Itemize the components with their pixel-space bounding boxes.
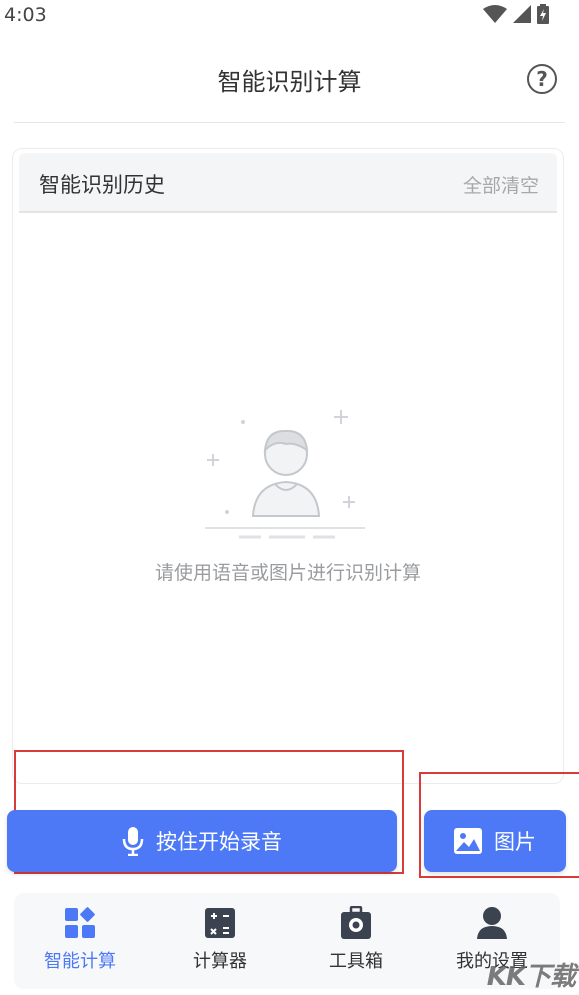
watermark-logo: KK下载 xyxy=(486,962,576,992)
toolbox-icon xyxy=(341,906,371,939)
tab-label: 智能计算 xyxy=(44,951,116,972)
history-title: 智能识别历史 xyxy=(39,173,165,197)
microphone-icon xyxy=(122,827,144,856)
empty-state-user-icon xyxy=(205,410,365,539)
status-icons xyxy=(483,4,549,24)
bottom-tab-bar: 智能计算 计算器 工具箱 我的设置 xyxy=(14,893,560,989)
image-button[interactable]: 图片 xyxy=(424,810,566,872)
page-title: 智能识别计算 xyxy=(217,68,362,96)
hold-to-record-button[interactable]: 按住开始录音 xyxy=(7,810,397,872)
header-divider xyxy=(14,122,565,123)
empty-state-message: 请使用语音或图片进行识别计算 xyxy=(154,562,421,584)
battery-icon xyxy=(537,4,549,24)
calculator-icon xyxy=(205,908,235,938)
app-header: 智能识别计算 ? xyxy=(0,40,579,120)
history-panel: 智能识别历史 全部清空 请使用语音或图片进行识别计算 xyxy=(12,148,564,784)
user-icon xyxy=(477,907,507,939)
history-header: 智能识别历史 全部清空 xyxy=(19,153,557,213)
wifi-icon xyxy=(483,5,507,23)
status-bar: 4:03 xyxy=(0,0,579,30)
clear-all-button[interactable]: 全部清空 xyxy=(463,171,539,198)
record-button-label: 按住开始录音 xyxy=(156,830,282,854)
help-icon[interactable]: ? xyxy=(527,64,557,94)
tab-toolbox[interactable]: 工具箱 xyxy=(296,905,416,973)
image-icon xyxy=(454,828,482,854)
tab-label: 计算器 xyxy=(193,951,247,972)
image-button-label: 图片 xyxy=(494,830,536,854)
grid-icon xyxy=(65,907,95,938)
signal-icon xyxy=(513,5,531,23)
tab-calculator[interactable]: 计算器 xyxy=(160,905,280,973)
status-time: 4:03 xyxy=(4,4,47,26)
tab-smart-calc[interactable]: 智能计算 xyxy=(20,905,140,973)
tab-label: 工具箱 xyxy=(329,951,383,972)
